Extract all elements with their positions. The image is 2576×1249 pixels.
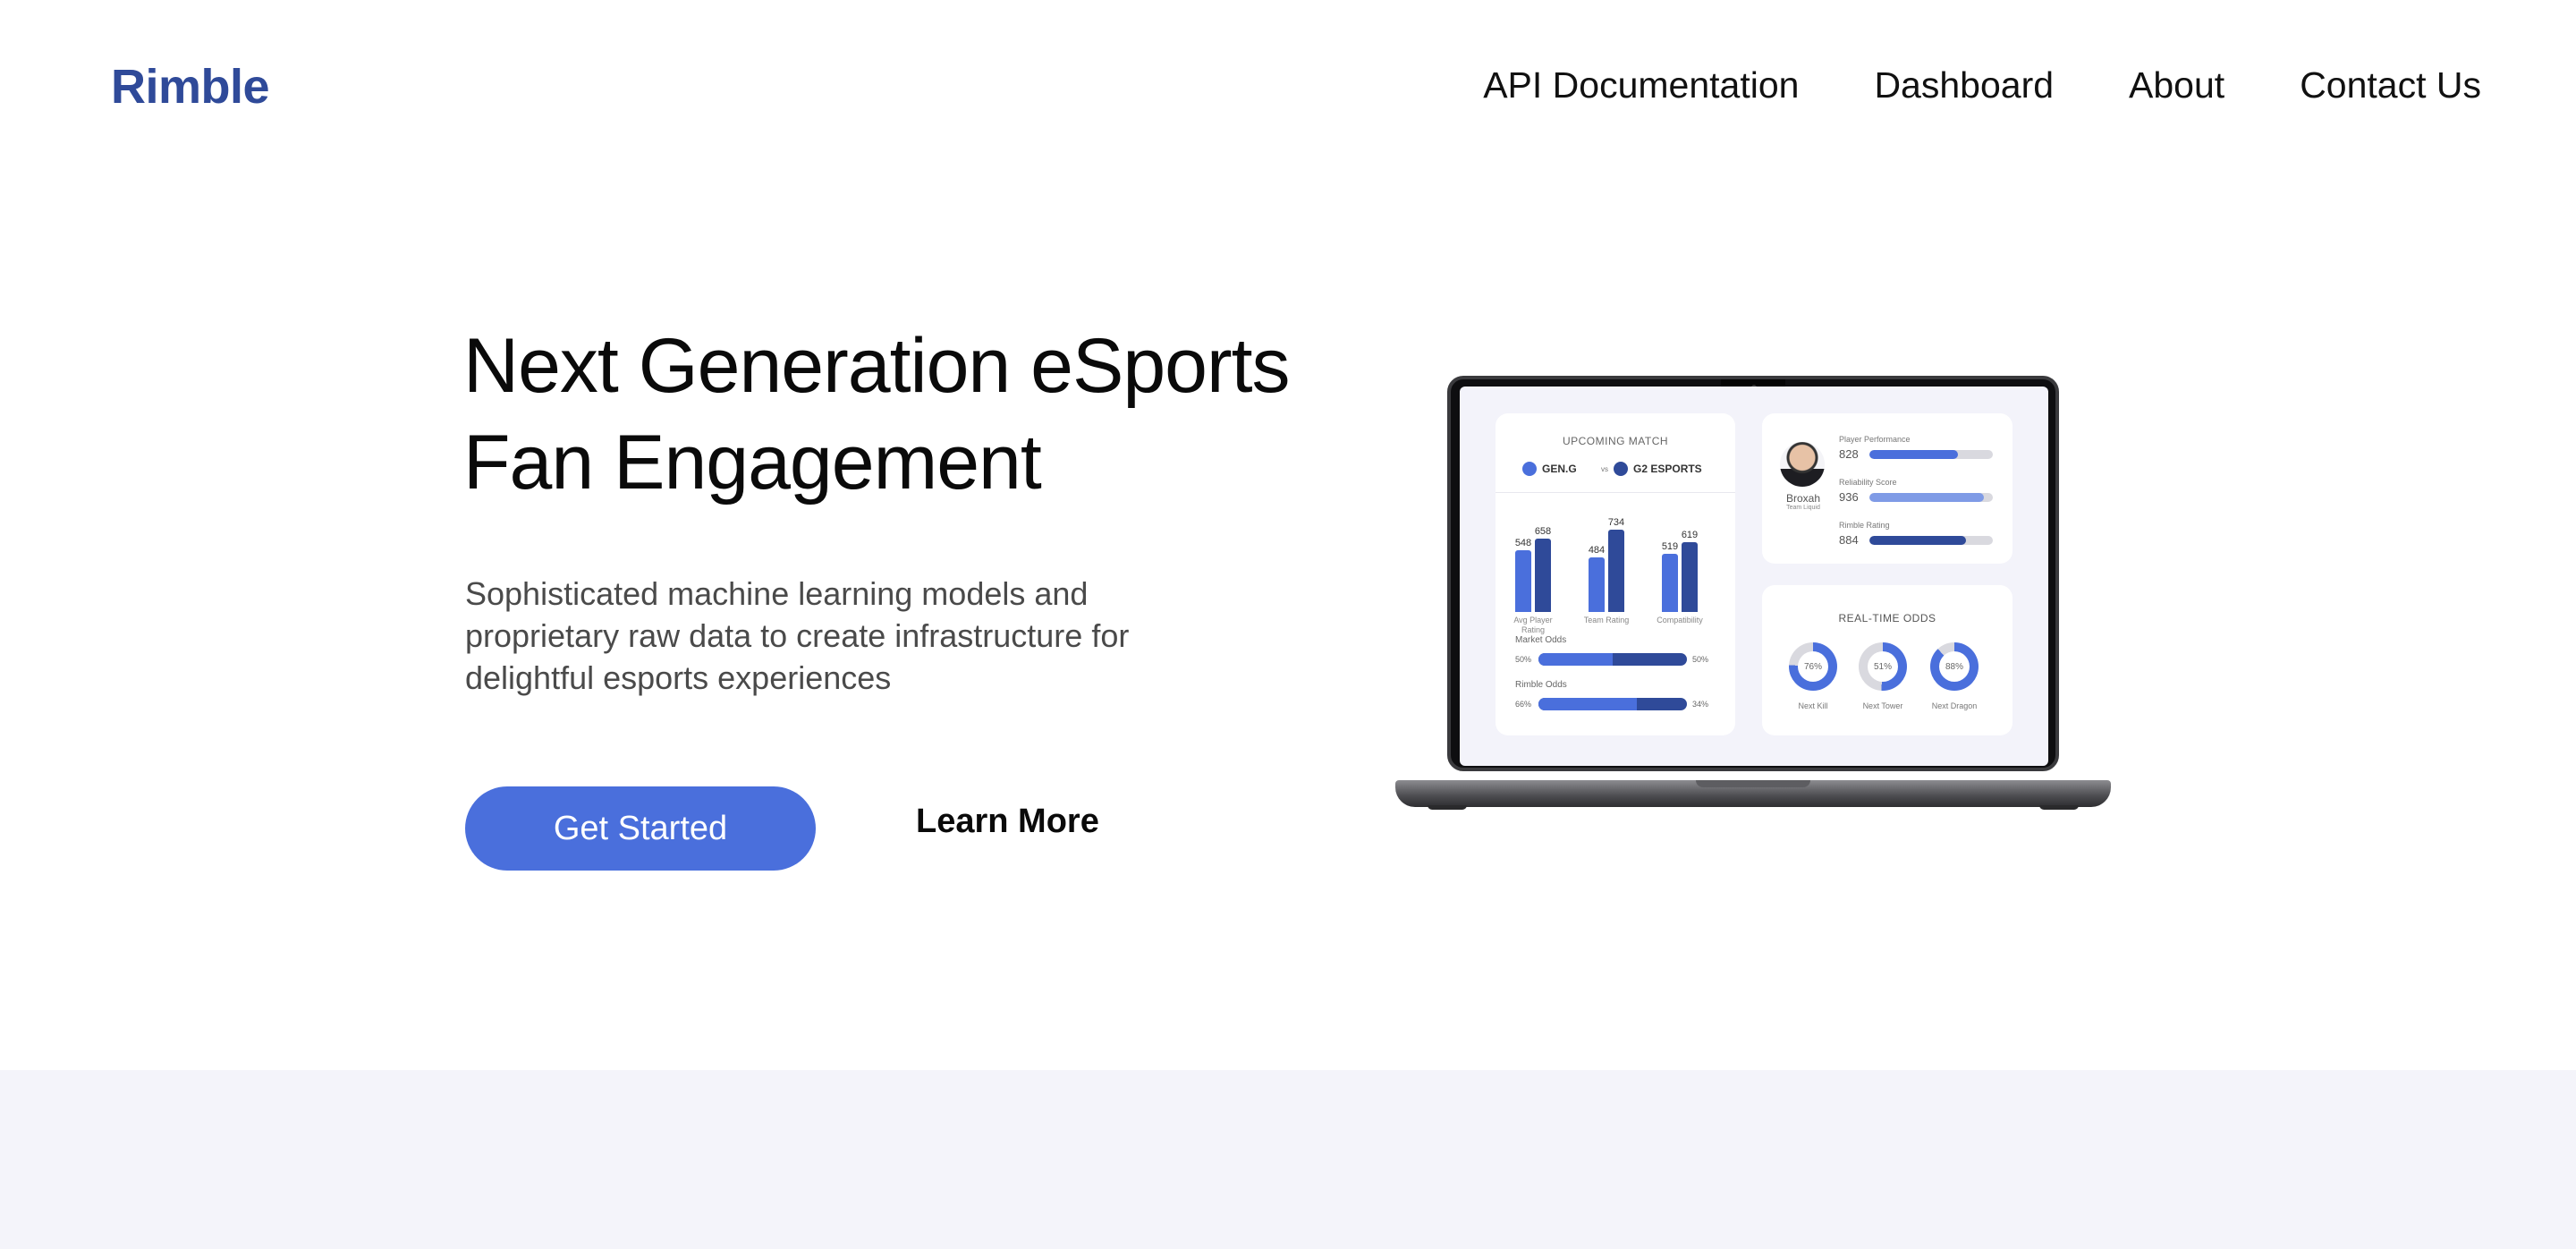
stat-label: Rimble Rating [1839, 521, 1890, 530]
hero-title-line2: Fan Engagement [463, 420, 1042, 506]
team-b-dot-icon [1614, 462, 1628, 476]
rimble-odds-right: 34% [1692, 700, 1709, 709]
match-divider [1496, 492, 1735, 493]
odds-donut-label: Next Dragon [1931, 701, 1978, 710]
player-avatar [1780, 442, 1825, 487]
hero-title-line1: Next Generation eSports [463, 323, 1291, 409]
stat-label: Reliability Score [1839, 478, 1897, 487]
odds-donut-label: Next Kill [1798, 701, 1828, 710]
player-card: Broxah Team Liquid Player Performance 828… [1762, 413, 2012, 564]
bar-value-label: 519 [1661, 540, 1679, 552]
bar-value-label: 658 [1534, 525, 1552, 537]
stat-bar-fill [1869, 493, 1985, 502]
team-b: G2 ESPORTS [1614, 462, 1702, 476]
odds-donut-value: 88% [1939, 651, 1970, 682]
stat-bar [1869, 450, 1993, 459]
bar-3-team-b [1682, 542, 1698, 612]
odds-donut-label: Next Tower [1862, 701, 1903, 710]
laptop-foot-left [1428, 805, 1467, 810]
stat-value: 936 [1839, 490, 1859, 504]
bar-2-team-a [1589, 557, 1605, 612]
laptop-display: UPCOMING MATCH GEN.G vs G2 ESPORTS 548 65… [1460, 387, 2048, 766]
nav-api-documentation[interactable]: API Documentation [1483, 64, 1799, 106]
market-odds-bar [1538, 653, 1687, 666]
team-a-name: GEN.G [1542, 463, 1577, 475]
bar-3-team-a [1662, 553, 1678, 612]
hero-subtitle: Sophisticated machine learning models an… [465, 575, 1130, 696]
stat-bar-fill [1869, 450, 1959, 459]
stat-value: 884 [1839, 533, 1859, 547]
bar-2-team-b [1608, 530, 1624, 612]
stat-label: Player Performance [1839, 435, 1911, 444]
upcoming-match-title: UPCOMING MATCH [1562, 435, 1669, 447]
nav-about[interactable]: About [2129, 64, 2224, 106]
odds-donut-value: 51% [1868, 651, 1898, 682]
bar-category-label: Team Rating [1583, 616, 1630, 624]
stat-bar [1869, 536, 1993, 545]
rimble-odds-bar [1538, 698, 1687, 710]
stat-bar-fill [1869, 536, 1966, 545]
odds-donut: 76% [1789, 642, 1837, 691]
market-odds-fill [1538, 653, 1613, 666]
main-nav: API Documentation Dashboard About Contac… [1483, 64, 2481, 106]
bar-1-team-a [1515, 550, 1531, 612]
real-time-odds-title: REAL-TIME ODDS [1838, 612, 1936, 624]
versus-label: vs [1601, 465, 1608, 473]
real-time-odds-card: REAL-TIME ODDS 76% Next Kill 51% Next Tower… [1762, 585, 2012, 735]
bar-1-team-b [1535, 538, 1551, 612]
odds-donut: 51% [1859, 642, 1907, 691]
next-section-band [0, 1070, 2576, 1249]
rimble-odds-label: Rimble Odds [1515, 680, 1567, 690]
bar-category-label: Compatibility [1657, 616, 1703, 624]
market-odds-label: Market Odds [1515, 635, 1567, 645]
team-a-dot-icon [1522, 462, 1537, 476]
bar-value-label: 619 [1681, 530, 1699, 541]
bar-value-label: 548 [1514, 538, 1532, 549]
stat-bar [1869, 493, 1993, 502]
player-team: Team Liquid [1786, 505, 1820, 511]
rimble-odds-left: 66% [1515, 700, 1532, 709]
bar-value-label: 734 [1607, 517, 1625, 528]
bar-value-label: 484 [1588, 545, 1606, 557]
rimble-odds-fill [1538, 698, 1637, 710]
brand-logo[interactable]: Rimble [111, 59, 270, 115]
hero-title: Next Generation eSports Fan Engagement [463, 318, 1447, 511]
odds-donut-value: 76% [1798, 651, 1828, 682]
market-odds-left: 50% [1515, 655, 1532, 664]
stat-value: 828 [1839, 447, 1859, 461]
odds-donut: 88% [1930, 642, 1979, 691]
team-b-name: G2 ESPORTS [1633, 463, 1702, 475]
laptop-hinge-lip [1696, 780, 1810, 787]
learn-more-link[interactable]: Learn More [916, 803, 1099, 841]
market-odds-right: 50% [1692, 655, 1709, 664]
laptop-foot-right [2039, 805, 2079, 810]
get-started-button[interactable]: Get Started [465, 786, 816, 871]
bar-category-label: Avg Player Rating [1513, 616, 1553, 634]
nav-contact-us[interactable]: Contact Us [2300, 64, 2481, 106]
upcoming-match-card: UPCOMING MATCH GEN.G vs G2 ESPORTS 548 65… [1496, 413, 1735, 735]
team-a: GEN.G [1522, 462, 1577, 476]
player-name: Broxah [1785, 492, 1821, 505]
nav-dashboard[interactable]: Dashboard [1874, 64, 2054, 106]
